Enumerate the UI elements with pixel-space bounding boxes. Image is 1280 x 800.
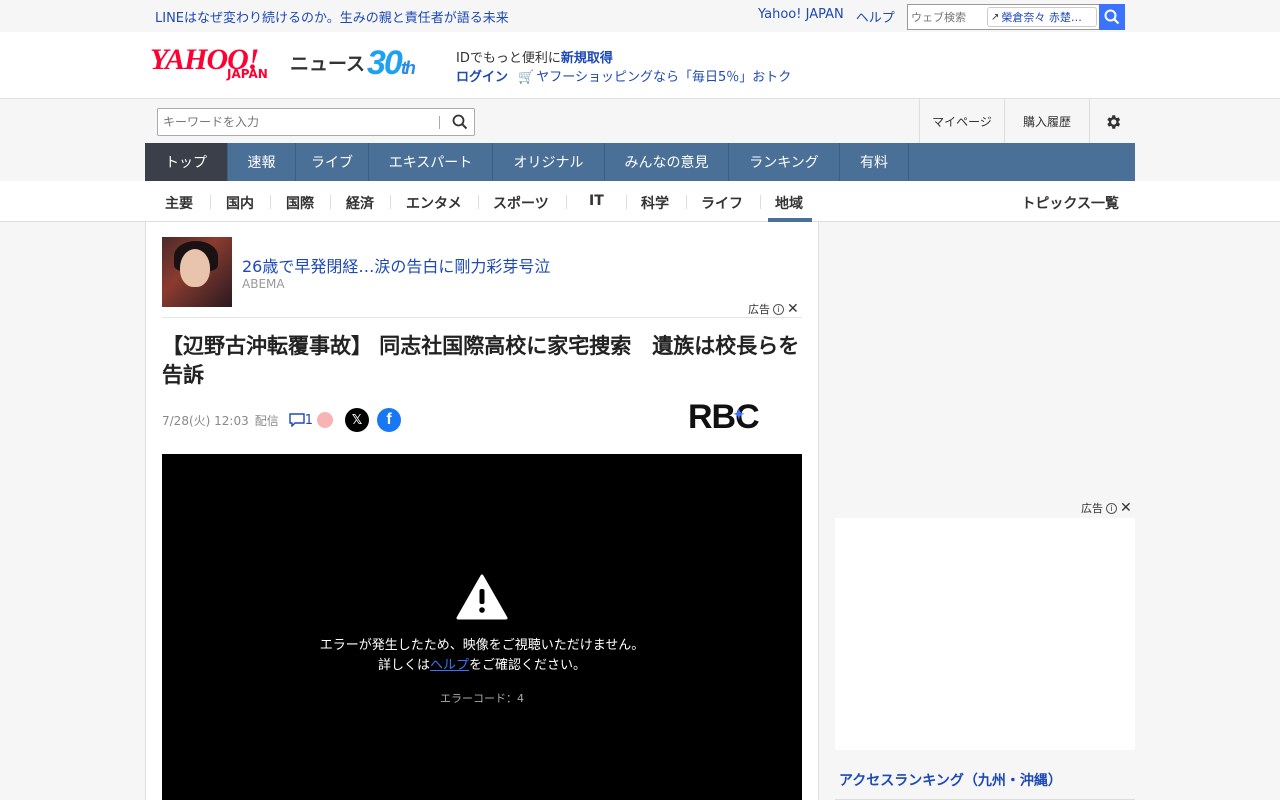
- search-icon: [1104, 9, 1120, 25]
- comment-icon: [289, 413, 305, 427]
- divider: [566, 195, 567, 209]
- help-link[interactable]: ヘルプ: [856, 7, 895, 26]
- category-life[interactable]: ライフ: [701, 193, 743, 213]
- help-link[interactable]: ヘルプ: [430, 658, 469, 673]
- divider: [626, 195, 627, 209]
- close-icon[interactable]: ✕: [1120, 501, 1132, 515]
- 30th-anniversary-logo[interactable]: 30th: [367, 44, 416, 83]
- top-links: Yahoo! JAPAN ヘルプ: [758, 7, 895, 26]
- trending-chip-label: 榮倉奈々 赤楚…: [1001, 11, 1082, 24]
- comment-count: 1: [304, 412, 314, 428]
- settings-button[interactable]: [1089, 99, 1135, 144]
- divider: [210, 195, 211, 209]
- divider: [162, 317, 802, 318]
- nav-opinions[interactable]: みんなの意見: [605, 143, 729, 181]
- trending-chip[interactable]: ↗ 榮倉奈々 赤楚…: [987, 7, 1097, 27]
- publish-date: 7/28(火) 12:03: [162, 413, 249, 428]
- divider: [686, 195, 687, 209]
- nav-top[interactable]: トップ: [145, 143, 228, 181]
- ad-source: ABEMA: [242, 277, 285, 291]
- id-promo: IDでもっと便利に新規取得: [456, 51, 613, 66]
- nav-original[interactable]: オリジナル: [493, 143, 605, 181]
- info-icon[interactable]: i: [1106, 502, 1117, 514]
- gear-icon: [1106, 114, 1120, 129]
- thumbnail-face: [180, 249, 210, 287]
- nav-paid[interactable]: 有料: [840, 143, 909, 181]
- category-entertainment[interactable]: エンタメ: [406, 193, 462, 213]
- shopping-link[interactable]: 🛒 ヤフーショッピングなら「毎日5％」おトク: [518, 66, 791, 85]
- user-tools: マイページ 購入履歴: [919, 99, 1135, 144]
- yahoo-japan-link[interactable]: Yahoo! JAPAN: [758, 7, 844, 26]
- site-header: YAHOO! JAPAN ニュース 30th IDでもっと便利に新規取得 ログイ…: [0, 32, 1280, 98]
- reaction-icon[interactable]: [317, 412, 334, 428]
- nav-breaking[interactable]: 速報: [228, 143, 296, 181]
- keyword-search-input[interactable]: [158, 109, 428, 135]
- comments-link[interactable]: 1: [289, 413, 313, 428]
- right-ad-slot[interactable]: [835, 518, 1135, 750]
- error-code: エラーコード：4: [440, 692, 524, 705]
- ranking-title[interactable]: アクセスランキング（九州・沖縄）: [839, 770, 1062, 790]
- close-icon[interactable]: ✕: [787, 302, 799, 316]
- nav-ranking[interactable]: ランキング: [729, 143, 840, 181]
- sub-header: マイページ 購入履歴: [0, 98, 1280, 144]
- main-nav: トップ 速報 ライブ エキスパート オリジナル みんなの意見 ランキング 有料: [145, 143, 1135, 181]
- divider: [390, 195, 391, 209]
- category-sports[interactable]: スポーツ: [493, 193, 549, 213]
- keyword-search-box: [157, 108, 475, 136]
- keyword-search-button[interactable]: [452, 114, 468, 134]
- x-share-icon[interactable]: 𝕏: [345, 408, 370, 432]
- category-nav: 主要 国内 国際 経済 エンタメ スポーツ IT 科学 ライフ 地域 トピックス…: [0, 181, 1280, 222]
- cart-icon: 🛒: [518, 70, 535, 85]
- article-column: 26歳で早発閉経…涙の告白に剛力彩芽号泣 ABEMA 広告 i ✕ 【辺野古沖転…: [145, 222, 819, 800]
- nav-expert[interactable]: エキスパート: [369, 143, 493, 181]
- facebook-share-icon[interactable]: f: [377, 408, 402, 432]
- article-headline: 【辺野古沖転覆事故】 同志社国際高校に家宅捜索 遺族は校長らを告訴: [162, 334, 800, 387]
- video-error-message: エラーが発生したため、映像をご視聴いただけません。 詳しくはヘルプをご確認くださ…: [319, 638, 645, 673]
- promo-link[interactable]: LINEはなぜ変わり続けるのか。生みの親と責任者が語る未来: [155, 7, 509, 26]
- mypage-link[interactable]: マイページ: [919, 99, 1004, 144]
- purchase-history-link[interactable]: 購入履歴: [1004, 99, 1089, 144]
- news-logo[interactable]: ニュース: [290, 49, 365, 76]
- top-bar: LINEはなぜ変わり続けるのか。生みの親と責任者が語る未来 Yahoo! JAP…: [0, 0, 1280, 32]
- divider: [270, 195, 271, 209]
- ad-title[interactable]: 26歳で早発閉経…涙の告白に剛力彩芽号泣: [242, 253, 550, 277]
- logo-japan: JAPAN: [227, 67, 268, 81]
- warning-icon: [456, 574, 508, 620]
- info-icon[interactable]: i: [773, 303, 784, 315]
- topics-list-link[interactable]: トピックス一覧: [1021, 193, 1119, 213]
- category-it[interactable]: IT: [589, 193, 604, 209]
- category-local[interactable]: 地域: [775, 193, 803, 213]
- divider: [439, 116, 440, 129]
- nav-live[interactable]: ライブ: [296, 143, 369, 181]
- divider: [760, 195, 761, 209]
- video-player[interactable]: エラーが発生したため、映像をご視聴いただけません。 詳しくはヘルプをご確認くださ…: [162, 454, 802, 800]
- divider: [478, 195, 479, 209]
- divider: [330, 195, 331, 209]
- right-ad-label: 広告 i ✕: [1081, 499, 1132, 516]
- publish-label: 配信: [254, 413, 279, 428]
- sponsored-ad[interactable]: 26歳で早発閉経…涙の告白に剛力彩芽号泣 ABEMA: [162, 237, 802, 317]
- trend-arrow-icon: ↗: [991, 11, 1000, 23]
- login-row: ログイン 🛒 ヤフーショッピングなら「毎日5％」おトク: [456, 66, 791, 85]
- category-main[interactable]: 主要: [165, 193, 193, 213]
- web-search-box: ↗ 榮倉奈々 赤楚…: [907, 4, 1125, 30]
- login-link[interactable]: ログイン: [456, 66, 508, 85]
- ad-label: 広告 i ✕: [748, 300, 799, 317]
- category-world[interactable]: 国際: [286, 193, 314, 213]
- access-ranking-header: アクセスランキング（九州・沖縄）: [835, 762, 1135, 800]
- web-search-button[interactable]: [1099, 4, 1125, 30]
- sparkle-icon: ✦: [733, 406, 745, 422]
- web-search-input[interactable]: [908, 6, 988, 28]
- publisher-logo[interactable]: RBC ✦: [688, 398, 760, 437]
- search-icon: [452, 114, 468, 130]
- ad-thumbnail[interactable]: [162, 237, 232, 307]
- category-domestic[interactable]: 国内: [226, 193, 254, 213]
- category-science[interactable]: 科学: [641, 193, 669, 213]
- category-economy[interactable]: 経済: [346, 193, 374, 213]
- signup-link[interactable]: 新規取得: [561, 51, 613, 66]
